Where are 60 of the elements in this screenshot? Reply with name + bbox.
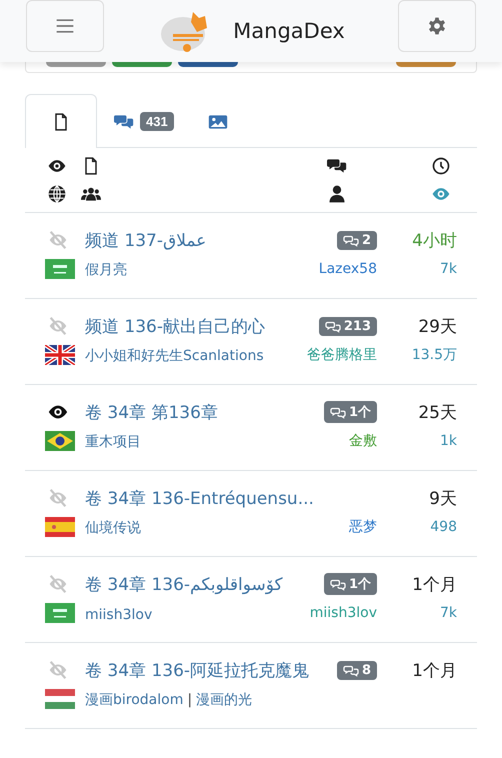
action-button[interactable] <box>178 62 238 67</box>
group-link[interactable]: 漫画birodalom <box>85 692 184 708</box>
spain-flag-icon <box>45 517 75 537</box>
comment-count[interactable]: 2 <box>336 230 377 250</box>
view-count: 7k <box>440 261 457 277</box>
comments-icon <box>330 577 346 591</box>
group-link[interactable]: 小小姐和好先生Scanlations <box>85 348 264 364</box>
count-badge: 431 <box>140 112 174 131</box>
chapter-link[interactable]: 卷 34章 136-阿延拉托克魔鬼 <box>85 658 329 682</box>
user-icon <box>327 184 347 204</box>
site-title: MangaDex <box>233 19 345 43</box>
group-link[interactable]: 重木项目 <box>85 434 141 450</box>
group-link[interactable]: 漫画的光 <box>196 692 252 708</box>
time-ago: 1个月 <box>412 574 457 596</box>
action-button[interactable] <box>396 62 456 67</box>
hungary-flag-icon <box>45 689 75 709</box>
view-count: 498 <box>430 519 457 535</box>
saudi-flag-icon <box>45 259 75 279</box>
group-link[interactable]: 假月亮 <box>85 262 127 278</box>
view-count: 7k <box>440 605 457 621</box>
action-button[interactable] <box>46 62 106 67</box>
brazil-flag-icon <box>45 431 75 451</box>
time-ago: 1个月 <box>412 660 457 682</box>
clock-icon <box>431 156 451 176</box>
uploader-link[interactable]: 恶梦 <box>349 518 377 536</box>
separator: | <box>187 692 192 708</box>
time-ago: 9天 <box>429 488 457 510</box>
comment-count[interactable]: 213 <box>318 316 377 336</box>
comments-icon <box>324 319 341 333</box>
view-count: 1k <box>440 433 457 449</box>
menu-button[interactable] <box>26 0 104 52</box>
view-count: 13.5万 <box>412 346 457 364</box>
uploader-link[interactable]: 爸爸腾格里 <box>307 346 377 364</box>
settings-icon <box>427 16 447 36</box>
chapter-link[interactable]: 频道 136-献出自己的心 <box>85 314 299 338</box>
uploader-link[interactable]: Lazex58 <box>318 261 377 277</box>
uploader-link[interactable]: 金敷 <box>349 432 377 450</box>
group-link[interactable]: 仙境传说 <box>85 520 141 536</box>
saudi-flag-icon <box>45 603 75 623</box>
chapter-link[interactable]: 卷 34章 第136章 <box>85 400 316 424</box>
chapter-link[interactable]: 卷 34章 136-Entréquensu... <box>85 486 341 510</box>
comments-icon <box>330 405 346 419</box>
chapter-link[interactable]: 卷 34章 136-كۆسواقلوبكم <box>85 572 302 596</box>
comment-count[interactable]: 8 <box>336 660 377 680</box>
globe-icon <box>47 184 67 204</box>
group-link[interactable]: miish3lov <box>85 606 152 622</box>
time-ago: 25天 <box>418 402 457 424</box>
comment-count[interactable]: 1个 <box>324 573 377 595</box>
chapters-tab[interactable] <box>25 94 97 148</box>
chapter-link[interactable]: 频道 137-عملاق <box>85 228 311 252</box>
comment-count[interactable]: 1个 <box>324 401 377 423</box>
comments-icon <box>342 663 359 677</box>
time-ago: 4小时 <box>412 230 457 252</box>
uk-flag-icon <box>45 345 75 365</box>
settings-button[interactable] <box>398 0 476 52</box>
action-button[interactable] <box>112 62 172 67</box>
uploader-link[interactable]: miish3lov <box>310 605 377 621</box>
comments-icon <box>342 233 359 247</box>
comments-tab[interactable]: 431 <box>97 94 191 148</box>
time-ago: 29天 <box>418 316 457 338</box>
